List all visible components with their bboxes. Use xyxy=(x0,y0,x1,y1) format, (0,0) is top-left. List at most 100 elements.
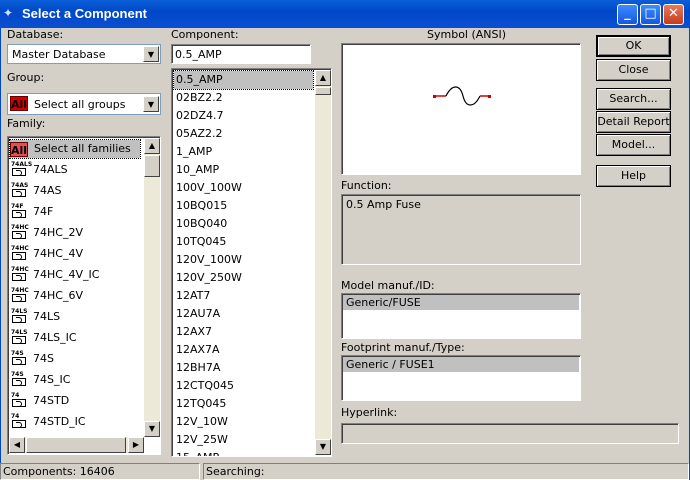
family-item-label: 74HC_6V xyxy=(33,289,83,302)
family-item[interactable]: 74 74STD_IC xyxy=(10,413,140,431)
family-item-label: 74ALS xyxy=(33,163,68,176)
component-item[interactable]: 12AX7A xyxy=(174,341,313,359)
chevron-down-icon[interactable]: ▼ xyxy=(143,46,159,62)
scroll-down-icon[interactable]: ▼ xyxy=(144,421,160,437)
scroll-left-icon[interactable]: ◀ xyxy=(9,437,25,453)
family-item[interactable]: 74HC 74HC_4V xyxy=(10,245,140,263)
scroll-up-icon[interactable]: ▲ xyxy=(144,138,160,154)
family-list[interactable]: All Select all families 74ALS 74ALS 74AS 74AS… xyxy=(7,136,161,455)
component-item[interactable]: 12V_10W xyxy=(174,413,313,431)
app-icon: ✦ xyxy=(3,6,14,20)
logic-family-icon: 74AS xyxy=(11,182,29,199)
scroll-right-icon[interactable]: ▶ xyxy=(128,437,144,453)
family-icon-text: 74HC xyxy=(11,287,29,294)
family-item[interactable]: 74ALS 74ALS xyxy=(10,161,140,179)
footprint-value: Generic / FUSE1 xyxy=(346,358,435,371)
component-item[interactable]: 12AT7 xyxy=(174,287,313,305)
scroll-up-icon[interactable]: ▲ xyxy=(315,70,331,86)
status-components: Components: 16406 xyxy=(0,463,200,480)
logic-family-icon: 74S xyxy=(11,350,29,367)
model-row[interactable]: Generic/FUSE xyxy=(343,295,579,310)
footprint-label: Footprint manuf./Type: xyxy=(341,341,465,354)
family-icon-text: 74F xyxy=(11,203,24,210)
component-item[interactable]: 10BQ015 xyxy=(174,197,313,215)
scroll-thumb[interactable] xyxy=(144,155,160,177)
component-item[interactable]: 10BQ040 xyxy=(174,215,313,233)
family-item[interactable]: 74LS 74LS_IC xyxy=(10,329,140,347)
logic-family-icon: 74HC xyxy=(11,266,29,283)
family-item[interactable]: 74S 74S xyxy=(10,350,140,368)
component-item[interactable]: 12AU7A xyxy=(174,305,313,323)
close-button[interactable]: Close xyxy=(596,59,671,81)
maximize-button[interactable]: □ xyxy=(640,4,661,25)
model-list[interactable]: Generic/FUSE xyxy=(341,293,581,339)
hscroll-thumb[interactable] xyxy=(26,437,126,453)
family-icon-text: 74ALS xyxy=(11,161,33,168)
component-item[interactable]: 12TQ045 xyxy=(174,395,313,413)
component-item[interactable]: 100V_100W xyxy=(174,179,313,197)
family-item[interactable]: 74S 74S_IC xyxy=(10,371,140,389)
family-item[interactable]: 74AS 74AS xyxy=(10,182,140,200)
family-vscroll[interactable]: ▲ ▼ xyxy=(144,138,160,437)
group-dropdown[interactable]: All Select all groups ▼ xyxy=(7,93,161,115)
ok-button[interactable]: OK xyxy=(596,35,671,57)
database-dropdown[interactable]: Master Database ▼ xyxy=(7,44,161,64)
model-label: Model manuf./ID: xyxy=(341,279,435,292)
logic-family-icon: 74LS xyxy=(11,329,29,346)
component-item[interactable]: 02BZ2.2 xyxy=(174,89,313,107)
component-item[interactable]: 1_AMP xyxy=(174,143,313,161)
family-icon-text: 74HC xyxy=(11,224,29,231)
footprint-row[interactable]: Generic / FUSE1 xyxy=(343,357,579,372)
family-item[interactable]: 74HC 74HC_4V_IC xyxy=(10,266,140,284)
group-label: Group: xyxy=(7,71,45,84)
chevron-down-icon[interactable]: ▼ xyxy=(143,96,159,112)
model-button[interactable]: Model... xyxy=(596,134,671,156)
component-item[interactable]: 12BH7A xyxy=(174,359,313,377)
component-input[interactable]: 0.5_AMP xyxy=(171,44,311,64)
model-value: Generic/FUSE xyxy=(346,296,421,309)
family-item-label: 74F xyxy=(33,205,54,218)
component-item[interactable]: 05AZ2.2 xyxy=(174,125,313,143)
status-searching: Searching: xyxy=(203,463,689,480)
component-item[interactable]: 12V_25W xyxy=(174,431,313,449)
minimize-button[interactable]: _ xyxy=(617,4,638,25)
component-item[interactable]: 120V_100W xyxy=(174,251,313,269)
logic-family-icon: 74LS xyxy=(11,308,29,325)
component-item[interactable]: 0.5_AMP xyxy=(173,70,314,90)
hyperlink-label: Hyperlink: xyxy=(341,406,398,419)
family-item-label: 74STD_IC xyxy=(33,415,86,428)
component-vscroll[interactable]: ▲ ▼ xyxy=(315,70,331,455)
all-families-icon: All xyxy=(10,141,28,157)
family-item-label: 74HC_4V_IC xyxy=(33,268,100,281)
component-item[interactable]: 15_AMP xyxy=(174,449,313,456)
component-item[interactable]: 02DZ4.7 xyxy=(174,107,313,125)
detail-report-button[interactable]: Detail Report xyxy=(596,111,671,133)
family-icon-text: 74HC xyxy=(11,245,29,252)
hyperlink-field[interactable] xyxy=(341,423,679,444)
component-item[interactable]: 12CTQ045 xyxy=(174,377,313,395)
component-input-value: 0.5_AMP xyxy=(175,48,222,61)
close-window-button[interactable]: ✕ xyxy=(663,4,684,25)
component-item[interactable]: 12AX7 xyxy=(174,323,313,341)
title-bar[interactable]: ✦ Select a Component _ □ ✕ xyxy=(0,0,690,28)
function-value: 0.5 Amp Fuse xyxy=(346,198,421,211)
family-item-label: 74HC_2V xyxy=(33,226,83,239)
family-item[interactable]: 74HC 74HC_6V xyxy=(10,287,140,305)
component-item[interactable]: 10_AMP xyxy=(174,161,313,179)
search-button[interactable]: Search... xyxy=(596,88,671,110)
family-item[interactable]: 74F 74F xyxy=(10,203,140,221)
logic-family-icon: 74HC xyxy=(11,245,29,262)
family-item[interactable]: 74 74STD xyxy=(10,392,140,410)
family-item[interactable]: 74LS 74LS xyxy=(10,308,140,326)
help-button[interactable]: Help xyxy=(596,165,671,187)
function-label: Function: xyxy=(341,179,392,192)
family-item[interactable]: 74HC 74HC_2V xyxy=(10,224,140,242)
family-item[interactable]: All Select all families xyxy=(9,139,141,159)
scroll-thumb[interactable] xyxy=(315,87,331,95)
component-item[interactable]: 10TQ045 xyxy=(174,233,313,251)
family-hscroll[interactable]: ◀ ▶ xyxy=(9,437,144,453)
scroll-down-icon[interactable]: ▼ xyxy=(315,439,331,455)
component-list[interactable]: 0.5_AMP 02BZ2.2 02DZ4.7 05AZ2.2 1_AMP 10_AMP 1… xyxy=(171,68,332,457)
component-item[interactable]: 120V_250W xyxy=(174,269,313,287)
footprint-list[interactable]: Generic / FUSE1 xyxy=(341,355,581,401)
